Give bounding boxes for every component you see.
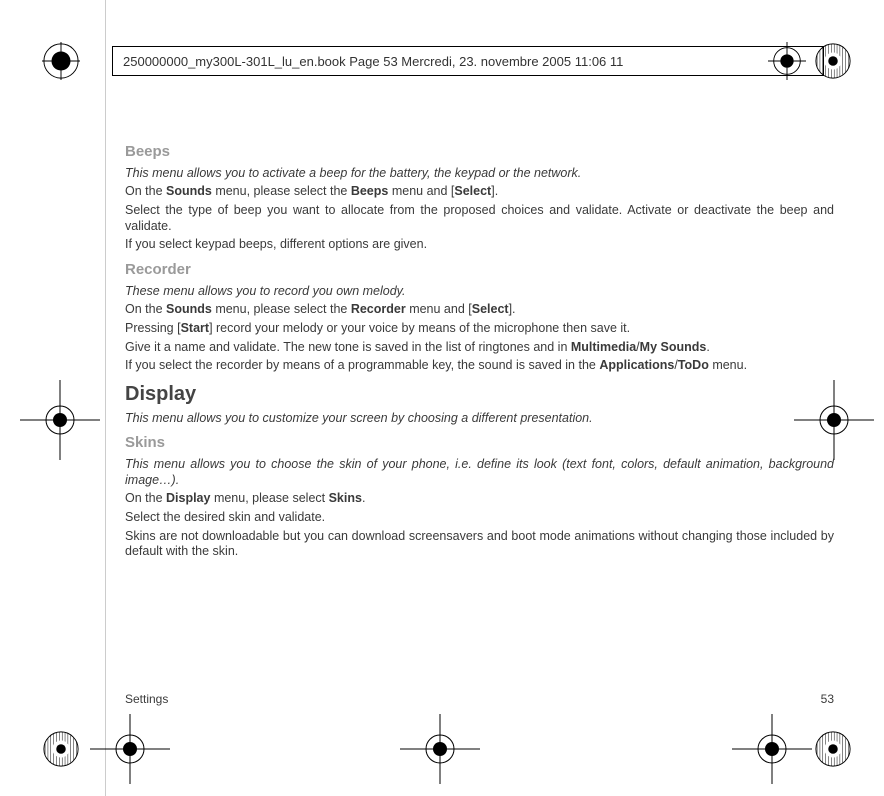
display-intro: This menu allows you to customize your s…	[125, 411, 834, 427]
footer-page-number: 53	[821, 692, 834, 706]
recorder-p4: If you select the recorder by means of a…	[125, 358, 834, 374]
text: If you select the recorder by means of a…	[125, 358, 599, 372]
registration-mark-icon	[814, 730, 852, 768]
text: menu and [	[406, 302, 472, 316]
text: Pressing [	[125, 321, 181, 335]
section-heading-recorder: Recorder	[125, 261, 834, 280]
skins-intro: This menu allows you to choose the skin …	[125, 457, 834, 488]
bold-text: Recorder	[351, 302, 406, 316]
text: menu, please select	[210, 491, 328, 505]
text: On the	[125, 184, 166, 198]
recorder-p1: On the Sounds menu, please select the Re…	[125, 302, 834, 318]
bold-text: Multimedia	[571, 340, 636, 354]
skins-p3: Skins are not downloadable but you can d…	[125, 529, 834, 560]
bold-text: Sounds	[166, 302, 212, 316]
bold-text: Sounds	[166, 184, 212, 198]
bold-text: Beeps	[351, 184, 389, 198]
crop-mark-icon	[400, 714, 480, 784]
text: menu, please select the	[212, 184, 351, 198]
recorder-p2: Pressing [Start] record your melody or y…	[125, 321, 834, 337]
text: ].	[491, 184, 498, 198]
footer-section-name: Settings	[125, 692, 168, 706]
skins-p1: On the Display menu, please select Skins…	[125, 491, 834, 507]
text: ] record your melody or your voice by me…	[209, 321, 630, 335]
text: ].	[509, 302, 516, 316]
text: On the	[125, 302, 166, 316]
bold-text: Skins	[329, 491, 362, 505]
page-header-bar: 250000000_my300L-301L_lu_en.book Page 53…	[112, 46, 824, 76]
text: Give it a name and validate. The new ton…	[125, 340, 571, 354]
registration-mark-icon	[42, 42, 80, 80]
text: .	[706, 340, 709, 354]
section-heading-skins: Skins	[125, 434, 834, 453]
crop-mark-icon	[20, 380, 100, 460]
section-heading-beeps: Beeps	[125, 143, 834, 162]
beeps-p2: Select the type of beep you want to allo…	[125, 203, 834, 234]
recorder-p3: Give it a name and validate. The new ton…	[125, 340, 834, 356]
text: On the	[125, 491, 166, 505]
bold-text: Select	[454, 184, 491, 198]
bold-text: My Sounds	[640, 340, 707, 354]
recorder-intro: These menu allows you to record you own …	[125, 284, 834, 300]
text: menu.	[709, 358, 747, 372]
crop-mark-icon	[90, 714, 170, 784]
header-text: 250000000_my300L-301L_lu_en.book Page 53…	[123, 54, 623, 69]
text: .	[362, 491, 365, 505]
text: menu, please select the	[212, 302, 351, 316]
beeps-p1: On the Sounds menu, please select the Be…	[125, 184, 834, 200]
text: menu and [	[388, 184, 454, 198]
bold-text: Display	[166, 491, 210, 505]
page-content: Beeps This menu allows you to activate a…	[125, 135, 834, 563]
skins-p2: Select the desired skin and validate.	[125, 510, 834, 526]
bold-text: Applications	[599, 358, 674, 372]
beeps-p3: If you select keypad beeps, different op…	[125, 237, 834, 253]
registration-mark-icon	[42, 730, 80, 768]
bold-text: Select	[472, 302, 509, 316]
bold-text: Start	[181, 321, 209, 335]
crop-mark-icon	[732, 714, 812, 784]
section-heading-display: Display	[125, 382, 834, 407]
beeps-intro: This menu allows you to activate a beep …	[125, 166, 834, 182]
bold-text: ToDo	[678, 358, 709, 372]
page-footer: Settings 53	[125, 692, 834, 706]
trim-line-vertical	[105, 0, 106, 796]
